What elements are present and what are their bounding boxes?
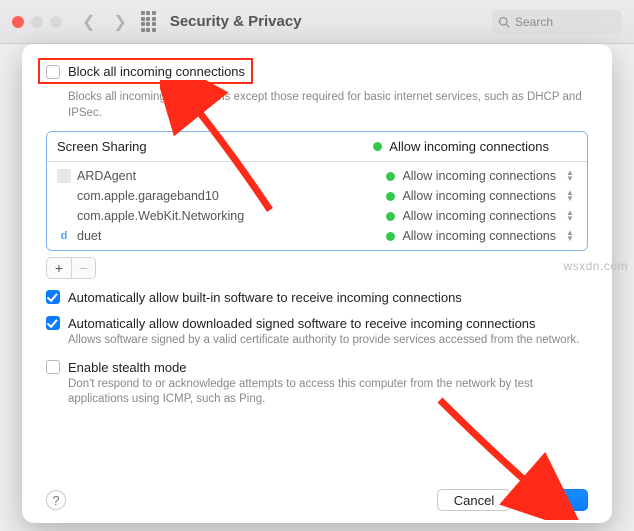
toolbar-title: Security & Privacy <box>170 13 302 30</box>
toolbar-search[interactable]: Search <box>492 10 622 34</box>
search-icon <box>498 16 510 28</box>
zoom-window-icon <box>50 16 62 28</box>
status-popup-arrows-icon[interactable]: ▲▼ <box>563 230 577 242</box>
show-all-icon[interactable] <box>141 11 156 32</box>
window-traffic-lights <box>12 16 62 28</box>
back-button[interactable]: ❮ <box>78 12 99 32</box>
remove-app-button[interactable]: − <box>71 258 95 278</box>
add-remove-buttons: + − <box>46 257 96 279</box>
app-status: Allow incoming connections <box>402 209 556 223</box>
close-window-icon[interactable] <box>12 16 24 28</box>
status-popup-arrows-icon[interactable]: ▲▼ <box>563 190 577 202</box>
app-list-header: Screen Sharing Allow incoming connection… <box>47 132 587 162</box>
auto-builtin-checkbox[interactable] <box>46 290 60 304</box>
block-all-help: Blocks all incoming connections except t… <box>68 90 588 121</box>
toolbar: ❮ ❯ Security & Privacy Search <box>0 0 634 44</box>
app-name: ARDAgent <box>77 169 136 183</box>
status-popup-arrows-icon[interactable]: ▲▼ <box>563 170 577 182</box>
ok-button[interactable]: OK <box>519 489 588 511</box>
minimize-window-icon <box>31 16 43 28</box>
watermark: wsxdn.com <box>563 259 628 273</box>
cancel-button[interactable]: Cancel <box>437 489 511 511</box>
header-app-name: Screen Sharing <box>57 139 147 154</box>
status-dot-icon <box>386 172 395 181</box>
stealth-row[interactable]: Enable stealth mode <box>46 360 588 375</box>
app-icon: d <box>57 229 71 243</box>
app-icon <box>57 169 71 183</box>
app-icon <box>57 209 71 223</box>
auto-signed-checkbox[interactable] <box>46 316 60 330</box>
table-row[interactable]: com.apple.garageband10 Allow incoming co… <box>47 186 587 206</box>
stealth-label: Enable stealth mode <box>68 360 187 375</box>
status-popup-arrows-icon[interactable]: ▲▼ <box>563 210 577 222</box>
block-all-checkbox[interactable] <box>46 65 60 79</box>
auto-signed-row[interactable]: Automatically allow downloaded signed so… <box>46 316 588 331</box>
status-dot-icon <box>373 142 382 151</box>
app-firewall-list: Screen Sharing Allow incoming connection… <box>46 131 588 251</box>
table-row[interactable]: com.apple.WebKit.Networking Allow incomi… <box>47 206 587 226</box>
auto-signed-help: Allows software signed by a valid certif… <box>68 333 588 349</box>
app-icon <box>57 189 71 203</box>
forward-button: ❯ <box>109 12 130 32</box>
app-status: Allow incoming connections <box>402 169 556 183</box>
add-app-button[interactable]: + <box>47 258 71 278</box>
app-list-body: ARDAgent Allow incoming connections ▲▼ c… <box>47 162 587 250</box>
annotation-highlight: Block all incoming connections <box>38 58 253 84</box>
table-row[interactable]: ARDAgent Allow incoming connections ▲▼ <box>47 166 587 186</box>
auto-builtin-label: Automatically allow built-in software to… <box>68 290 462 305</box>
auto-builtin-row[interactable]: Automatically allow built-in software to… <box>46 290 588 305</box>
table-row[interactable]: d duet Allow incoming connections ▲▼ <box>47 226 587 246</box>
header-status: Allow incoming connections <box>389 139 549 154</box>
auto-signed-label: Automatically allow downloaded signed so… <box>68 316 536 331</box>
status-dot-icon <box>386 192 395 201</box>
app-name: duet <box>77 229 101 243</box>
status-dot-icon <box>386 212 395 221</box>
stealth-help: Don't respond to or acknowledge attempts… <box>68 377 588 408</box>
sheet-footer: ? Cancel OK <box>46 489 588 511</box>
app-name: com.apple.WebKit.Networking <box>77 209 244 223</box>
firewall-options-sheet: Block all incoming connections Blocks al… <box>22 44 612 523</box>
app-status: Allow incoming connections <box>402 229 556 243</box>
app-name: com.apple.garageband10 <box>77 189 219 203</box>
search-placeholder: Search <box>515 15 553 29</box>
status-dot-icon <box>386 232 395 241</box>
block-all-row[interactable]: Block all incoming connections <box>46 64 245 79</box>
app-status: Allow incoming connections <box>402 189 556 203</box>
stealth-checkbox[interactable] <box>46 360 60 374</box>
help-button[interactable]: ? <box>46 490 66 510</box>
block-all-label: Block all incoming connections <box>68 64 245 79</box>
